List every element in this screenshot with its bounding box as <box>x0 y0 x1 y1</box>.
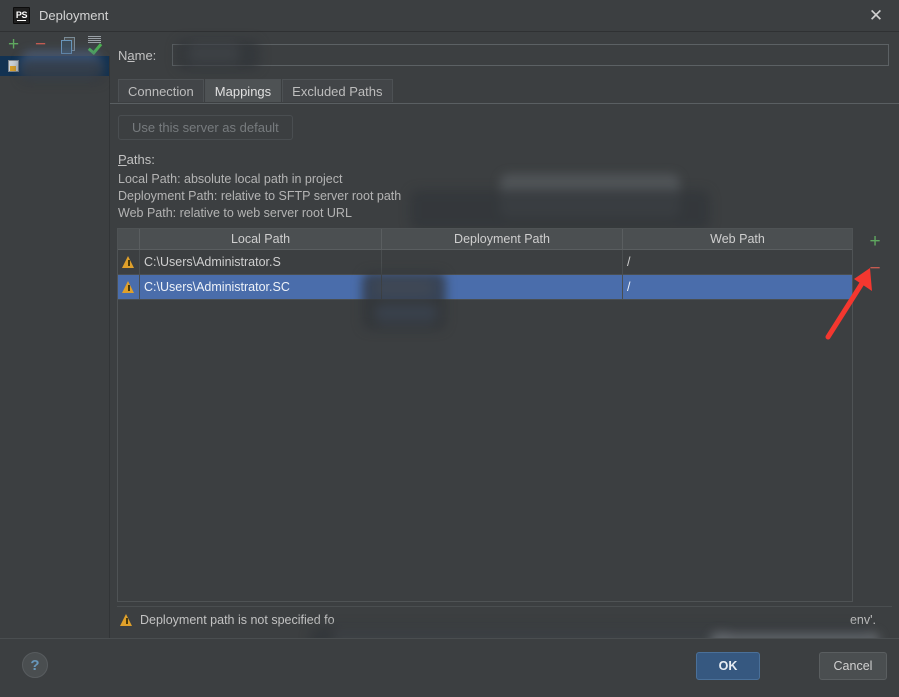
window-title: Deployment <box>39 8 109 23</box>
warning-icon <box>122 256 135 268</box>
row-local-path-cell[interactable]: C:\Users\Administrator.S <box>140 250 382 274</box>
warning-icon <box>120 613 133 626</box>
hint-web-path: Web Path: relative to web server root UR… <box>118 206 352 220</box>
table-header-status <box>118 229 140 249</box>
validation-message-tail: env'. <box>849 612 876 627</box>
copy-server-button[interactable] <box>54 32 81 56</box>
name-row: Name: <box>118 42 889 68</box>
remove-server-button[interactable]: − <box>27 32 54 56</box>
validation-status-bar: Deployment path is not specified fo env'… <box>117 606 892 632</box>
mappings-table[interactable]: Local Path Deployment Path Web Path C:\U… <box>117 228 853 602</box>
name-label: Name: <box>118 47 157 63</box>
table-header-local-path[interactable]: Local Path <box>140 229 382 249</box>
row-web-path-cell[interactable]: / <box>623 275 852 299</box>
cancel-button[interactable]: Cancel <box>819 652 887 680</box>
row-deployment-path-cell[interactable] <box>382 275 623 299</box>
tab-mappings[interactable]: Mappings <box>204 79 282 102</box>
row-deployment-path-cell[interactable] <box>382 250 623 274</box>
tab-separator <box>110 103 899 104</box>
table-header-deployment-path[interactable]: Deployment Path <box>382 229 623 249</box>
row-status-cell <box>118 250 140 274</box>
validation-message: Deployment path is not specified fo <box>140 612 335 627</box>
title-bar: PS Deployment ✕ <box>0 0 899 32</box>
paths-label: Paths: <box>118 152 155 167</box>
set-default-server-button[interactable] <box>81 32 108 56</box>
list-item[interactable] <box>0 56 109 76</box>
minus-icon: − <box>869 258 881 279</box>
server-list-toolbar: + − <box>0 32 110 56</box>
server-icon <box>8 60 19 72</box>
table-remove-button[interactable]: − <box>860 255 890 282</box>
table-header-web-path[interactable]: Web Path <box>623 229 852 249</box>
checkmark-icon <box>87 36 103 52</box>
dialog-footer: ? OK Cancel <box>0 638 899 697</box>
warning-icon <box>122 281 135 293</box>
name-input[interactable] <box>172 44 889 66</box>
table-side-toolbar: + − <box>858 228 892 282</box>
server-details-pane: Name: Connection Mappings Excluded Paths… <box>110 32 899 656</box>
plus-icon: + <box>7 33 20 55</box>
help-button[interactable]: ? <box>22 652 48 678</box>
row-web-path-cell[interactable]: / <box>623 250 852 274</box>
phpstorm-ps-icon: PS <box>13 7 30 24</box>
ok-button[interactable]: OK <box>696 652 760 680</box>
use-server-as-default-button[interactable]: Use this server as default <box>118 115 293 140</box>
table-row[interactable]: C:\Users\Administrator.S / <box>118 250 852 275</box>
hint-deployment-path: Deployment Path: relative to SFTP server… <box>118 189 402 203</box>
paths-hints: Local Path: absolute local path in proje… <box>118 171 401 222</box>
table-add-button[interactable]: + <box>860 228 890 255</box>
plus-icon: + <box>869 231 881 252</box>
table-header: Local Path Deployment Path Web Path <box>118 229 852 250</box>
row-local-path-cell[interactable]: C:\Users\Administrator.SC <box>140 275 382 299</box>
tab-bar: Connection Mappings Excluded Paths <box>118 78 394 102</box>
table-row[interactable]: C:\Users\Administrator.SC / <box>118 275 852 300</box>
add-server-button[interactable]: + <box>0 32 27 56</box>
minus-icon: − <box>34 33 47 55</box>
redaction-overlay <box>500 174 680 218</box>
server-list[interactable] <box>0 52 110 638</box>
hint-local-path: Local Path: absolute local path in proje… <box>118 172 343 186</box>
deployment-dialog: PS Deployment ✕ + − Name: Connection Map… <box>0 0 899 697</box>
close-icon[interactable]: ✕ <box>853 0 899 31</box>
redaction-overlay <box>410 190 710 230</box>
copy-icon <box>61 36 75 54</box>
tab-excluded-paths[interactable]: Excluded Paths <box>282 79 393 102</box>
row-status-cell <box>118 275 140 299</box>
tab-connection[interactable]: Connection <box>118 79 204 102</box>
